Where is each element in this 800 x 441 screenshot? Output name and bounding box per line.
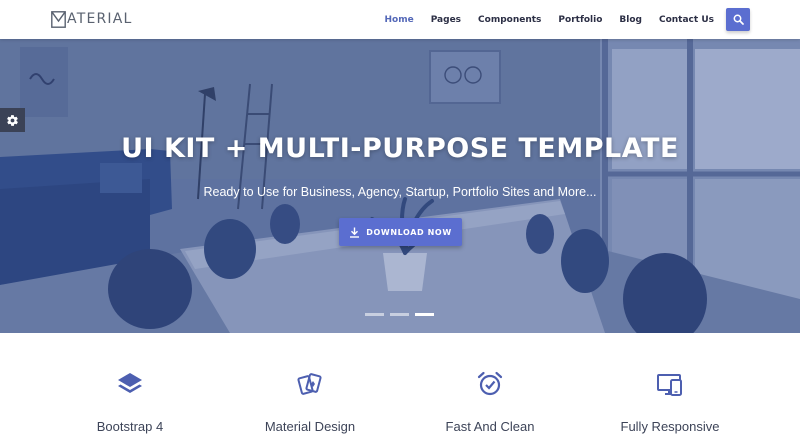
layers-icon <box>118 373 142 393</box>
download-now-label: DOWNLOAD NOW <box>366 227 452 237</box>
navbar: ATERIAL Home Pages Components Portfolio … <box>0 0 800 39</box>
download-icon <box>350 227 360 238</box>
logo-m-icon <box>51 10 66 28</box>
nav-home[interactable]: Home <box>385 15 414 25</box>
cards-icon <box>297 373 322 395</box>
carousel-dot-2[interactable] <box>390 313 409 316</box>
feature-fast-clean: Fast And Clean <box>390 333 590 441</box>
logo-text: ATERIAL <box>67 11 133 27</box>
hero-section: UI KIT + MULTI-PURPOSE TEMPLATE Ready to… <box>0 39 800 333</box>
settings-toggle[interactable] <box>0 108 25 132</box>
gear-icon <box>7 114 18 126</box>
feature-bootstrap: Bootstrap 4 <box>30 333 230 441</box>
hero-subtitle: Ready to Use for Business, Agency, Start… <box>203 185 597 199</box>
features-section: Bootstrap 4 Material Design Fast And Cle… <box>0 333 800 441</box>
search-icon <box>733 14 744 25</box>
carousel-indicators <box>365 313 440 316</box>
feature-responsive: Fully Responsive <box>570 333 770 441</box>
brand-logo[interactable]: ATERIAL <box>51 9 133 29</box>
feature-label: Bootstrap 4 <box>96 419 164 434</box>
feature-label: Fully Responsive <box>620 419 720 434</box>
download-now-button[interactable]: DOWNLOAD NOW <box>339 218 462 246</box>
nav-contact-us[interactable]: Contact Us <box>659 15 714 25</box>
nav-portfolio[interactable]: Portfolio <box>558 15 602 25</box>
carousel-dot-1[interactable] <box>365 313 384 316</box>
alarm-clock-icon <box>477 371 503 396</box>
search-button[interactable] <box>726 8 750 31</box>
nav-components[interactable]: Components <box>478 15 541 25</box>
main-nav: Home Pages Components Portfolio Blog Con… <box>368 0 715 39</box>
feature-label: Fast And Clean <box>445 419 535 434</box>
carousel-dot-3[interactable] <box>415 313 434 316</box>
hero-title: UI KIT + MULTI-PURPOSE TEMPLATE <box>121 133 679 164</box>
feature-label: Material Design <box>264 419 356 434</box>
devices-icon <box>657 374 682 396</box>
feature-material: Material Design <box>210 333 410 441</box>
nav-blog[interactable]: Blog <box>619 15 642 25</box>
nav-pages[interactable]: Pages <box>431 15 461 25</box>
